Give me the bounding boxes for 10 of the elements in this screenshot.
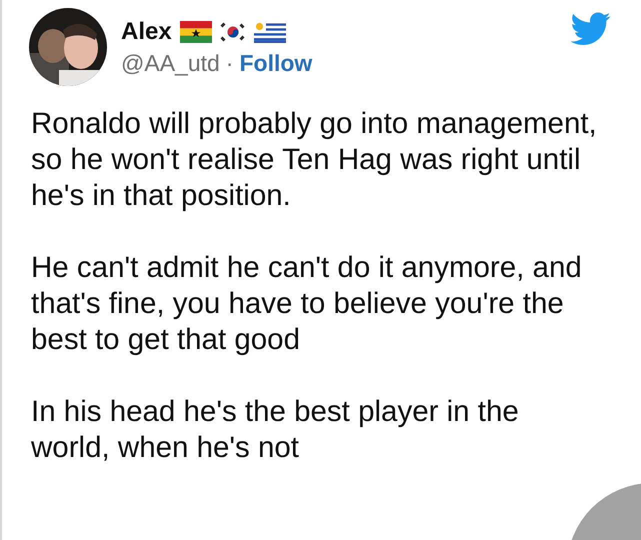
tweet-paragraph: In his head he's the best player in the world, when he's not	[31, 394, 520, 466]
author-name: Alex	[121, 18, 172, 46]
tweet-paragraph: He can't admit he can't do it anymore, and that's fine, you have to believe you're the best to get that good	[31, 250, 583, 358]
bird-icon	[571, 12, 611, 46]
flag-icon	[254, 20, 286, 42]
tweet-paragraph: Ronaldo will probably go into management, so he won't realise Ten Hag was right until he's in that position.	[31, 106, 598, 214]
flag-icon	[180, 20, 212, 42]
separator-dot: ·	[226, 50, 234, 76]
author-handle: @AA_utd	[121, 50, 220, 76]
follow-link[interactable]: Follow	[239, 50, 312, 76]
